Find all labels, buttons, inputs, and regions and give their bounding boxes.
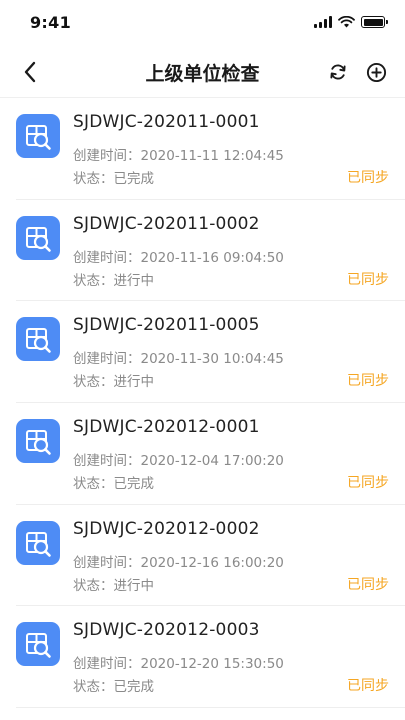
list-item[interactable]: SJDWJC-202011-0001 创建时间：2020-11-11 12:04… xyxy=(16,98,405,200)
inspection-icon xyxy=(16,317,60,362)
battery-icon xyxy=(361,16,388,28)
status-icons xyxy=(314,16,388,28)
sync-status-badge: 已同步 xyxy=(347,373,389,390)
item-created-time: 创建时间：2020-12-16 16:00:20 xyxy=(73,554,284,571)
sync-status-badge: 已同步 xyxy=(347,271,389,288)
item-created-time: 创建时间：2020-11-30 10:04:45 xyxy=(73,351,284,368)
sync-status-badge: 已同步 xyxy=(347,475,389,492)
inspection-list: SJDWJC-202011-0001 创建时间：2020-11-11 12:04… xyxy=(0,98,405,709)
status-bar: 9:41 xyxy=(0,0,405,46)
inspection-icon xyxy=(16,215,60,260)
item-code: SJDWJC-202011-0005 xyxy=(73,315,260,336)
item-status: 状态：已完成 xyxy=(73,679,154,696)
item-code: SJDWJC-202012-0001 xyxy=(73,417,260,438)
refresh-icon xyxy=(330,64,346,80)
inspection-icon xyxy=(16,419,60,464)
sync-status-badge: 已同步 xyxy=(347,576,389,593)
item-code: SJDWJC-202011-0001 xyxy=(73,112,260,132)
item-status: 状态：进行中 xyxy=(73,272,154,289)
list-item[interactable]: SJDWJC-202012-0002 创建时间：2020-12-16 16:00… xyxy=(16,505,405,607)
item-status: 状态：已完成 xyxy=(73,171,154,187)
item-status: 状态：已完成 xyxy=(73,476,154,493)
item-status: 状态：进行中 xyxy=(73,577,154,594)
refresh-button[interactable] xyxy=(323,57,353,87)
item-code: SJDWJC-202012-0003 xyxy=(73,620,260,641)
nav-bar: 上级单位检查 xyxy=(0,46,405,98)
status-time: 9:41 xyxy=(30,13,71,32)
list-item[interactable]: SJDWJC-202011-0002 创建时间：2020-11-16 09:04… xyxy=(16,200,405,302)
list-item[interactable]: SJDWJC-202012-0003 创建时间：2020-12-20 15:30… xyxy=(16,606,405,709)
add-button[interactable] xyxy=(361,57,391,87)
item-status: 状态：进行中 xyxy=(73,374,154,391)
item-code: SJDWJC-202011-0002 xyxy=(73,213,260,234)
item-created-time: 创建时间：2020-11-11 12:04:45 xyxy=(73,148,284,164)
item-created-time: 创建时间：2020-12-04 17:00:20 xyxy=(73,453,284,470)
sync-status-badge: 已同步 xyxy=(347,170,389,186)
item-created-time: 创建时间：2020-12-20 15:30:50 xyxy=(73,656,284,673)
inspection-icon xyxy=(16,622,60,667)
plus-circle-icon xyxy=(366,62,386,82)
inspection-icon xyxy=(16,114,60,158)
sync-status-badge: 已同步 xyxy=(347,678,389,695)
item-code: SJDWJC-202012-0002 xyxy=(73,518,260,539)
list-item[interactable]: SJDWJC-202012-0001 创建时间：2020-12-04 17:00… xyxy=(16,403,405,505)
item-created-time: 创建时间：2020-11-16 09:04:50 xyxy=(73,249,284,266)
signal-icon xyxy=(314,16,332,28)
wifi-icon xyxy=(338,16,355,28)
inspection-icon xyxy=(16,520,60,565)
list-item[interactable]: SJDWJC-202011-0005 创建时间：2020-11-30 10:04… xyxy=(16,301,405,404)
